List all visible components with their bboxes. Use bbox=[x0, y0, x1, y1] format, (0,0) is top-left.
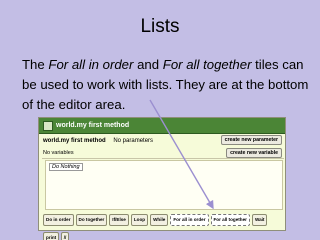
callout-arrow bbox=[149, 99, 214, 210]
arrow-line bbox=[149, 99, 214, 210]
